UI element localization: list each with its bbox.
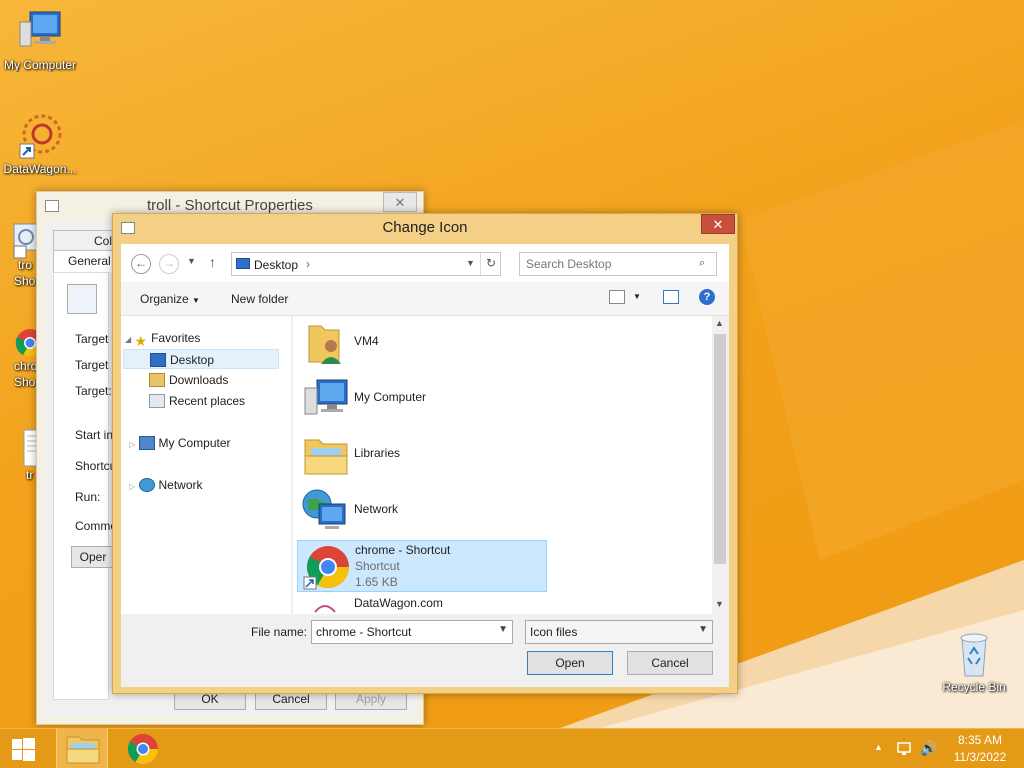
dialog-close-button[interactable]: ✕ [701,214,735,234]
file-item-libraries[interactable]: Libraries [297,428,547,480]
scroll-up-icon[interactable]: ▲ [715,318,724,328]
taskbar: ▲ 🔊 8:35 AM 11/3/2022 [0,728,1024,768]
file-item-chrome-shortcut[interactable]: chrome - Shortcut Shortcut 1.65 KB [297,540,547,592]
desktop-icon-my-computer[interactable]: My Computer [0,8,80,72]
file-name-label: File name: [251,625,308,639]
address-bar[interactable]: Desktop › ▼ ↻ [231,252,501,276]
scroll-down-icon[interactable]: ▼ [715,599,724,609]
volume-icon[interactable]: 🔊 [920,740,938,758]
forward-button[interactable]: → [159,254,179,274]
address-location[interactable]: Desktop [254,258,298,272]
file-item-datawagon[interactable]: DataWagon.com [297,596,547,614]
file-size: 1.65 KB [355,575,398,589]
address-dropdown-icon[interactable]: ▼ [466,258,475,268]
desktop-icon-recycle-bin[interactable]: Recycle Bin [934,630,1014,694]
file-name-dropdown-icon[interactable]: ▼ [498,624,508,635]
start-button[interactable] [8,729,40,768]
dialog-client: ← → ▼ ↑ Desktop › ▼ ↻ Search Desktop ⌕ O… [121,244,729,687]
dialog-titlebar[interactable]: Change Icon ✕ [113,214,737,244]
recent-places-icon [149,393,165,408]
new-folder-button[interactable]: New folder [231,292,288,306]
nav-network[interactable]: ▷ Network [129,475,203,495]
clock-time[interactable]: 8:35 AM [946,733,1014,747]
tab-general[interactable]: General [53,250,117,272]
show-hidden-icons-chevron-icon[interactable]: ▲ [874,742,886,756]
search-input[interactable]: Search Desktop [519,252,717,276]
cancel-button[interactable]: Cancel [627,651,713,675]
nav-my-computer[interactable]: ▷ My Computer [129,433,231,453]
file-name-input[interactable]: chrome - Shortcut ▼ [311,620,513,644]
breadcrumb-chevron-icon[interactable]: › [306,257,310,271]
file-type: Shortcut [355,559,400,573]
nav-recent-places[interactable]: Recent places [149,391,245,411]
shortcut-gear-icon [67,284,97,314]
downloads-folder-icon [149,372,165,387]
datawagon-logo-icon [301,598,349,614]
expand-chevron-icon: ▷ [129,440,136,449]
desktop-icon-troll[interactable]: tro Sho [0,222,40,288]
desktop-icon-chrome[interactable]: chro Sho [0,325,44,389]
window-icon [45,200,59,212]
command-bar: Organize ▼ New folder ▼ ? [121,282,729,316]
open-file-location-button[interactable]: Oper [71,546,115,568]
nav-downloads[interactable]: Downloads [149,370,228,390]
desktop-icon-text-file[interactable]: tr [0,428,43,482]
recycle-bin-icon [950,630,998,678]
folder-icon [66,736,100,764]
network-tray-icon[interactable] [896,741,914,757]
dialog-bottom-area: File name: chrome - Shortcut ▼ Icon file… [121,614,729,687]
taskbar-file-explorer[interactable] [56,729,108,768]
chrome-icon [302,543,350,591]
star-icon: ★ [134,332,148,349]
desktop-icon-datawagon[interactable]: DataWagon... [0,112,80,176]
window-icon [121,222,135,234]
scroll-thumb[interactable] [714,334,726,564]
taskbar-chrome[interactable] [120,729,166,768]
windows-logo-icon [12,738,35,761]
navigation-pane: ◢ ★ Favorites Desktop Downloads Recent pl… [121,316,291,614]
organize-button[interactable]: Organize ▼ [140,292,200,306]
expand-chevron-icon: ◢ [125,335,132,344]
file-list-pane: VM4 My Computer Libraries Network chrome… [293,316,729,614]
expand-chevron-icon: ▷ [129,482,136,491]
back-button[interactable]: ← [131,254,151,274]
nav-desktop[interactable]: Desktop [123,349,279,369]
view-options-chevron-icon[interactable]: ▼ [633,292,641,301]
clock-date[interactable]: 11/3/2022 [946,750,1014,764]
desktop-icon [150,352,166,367]
nav-favorites[interactable]: ◢ ★ Favorites [125,328,200,349]
open-button[interactable]: Open [527,651,613,675]
organize-chevron-icon: ▼ [192,296,200,305]
chrome-icon [127,734,158,765]
vertical-scrollbar[interactable]: ▲ ▼ [712,316,729,614]
computer-icon [138,435,155,450]
label-target: Target: [75,384,112,398]
properties-close-button[interactable]: ✕ [383,192,417,212]
desktop-icon [236,258,250,269]
datawagon-logo-icon [16,112,64,160]
dialog-title: Change Icon [382,219,468,236]
label-run: Run: [75,490,101,504]
up-arrow-icon[interactable]: ↑ [209,254,216,270]
refresh-icon[interactable]: ↻ [480,253,501,275]
file-item-vm4[interactable]: VM4 [297,316,547,368]
change-icon-dialog[interactable]: Change Icon ✕ ← → ▼ ↑ Desktop › ▼ ↻ Sear… [112,213,738,694]
file-item-network[interactable]: Network [297,484,547,536]
network-icon [138,477,155,492]
network-icon [301,486,349,534]
recent-locations-chevron-icon[interactable]: ▼ [187,256,196,266]
help-icon[interactable]: ? [699,289,715,305]
file-type-dropdown-icon[interactable]: ▼ [698,624,708,635]
libraries-folder-icon [301,430,349,478]
user-folder-icon [301,318,349,366]
file-item-my-computer[interactable]: My Computer [297,372,547,424]
preview-pane-icon[interactable] [663,290,679,304]
computer-icon [301,374,349,422]
search-icon[interactable]: ⌕ [699,257,705,270]
navigation-bar: ← → ▼ ↑ Desktop › ▼ ↻ Search Desktop ⌕ [121,244,729,282]
label-start-in: Start in: [75,428,117,442]
file-type-select[interactable]: Icon files ▼ [525,620,713,644]
change-view-icon[interactable] [609,290,625,304]
computer-icon [16,8,64,56]
